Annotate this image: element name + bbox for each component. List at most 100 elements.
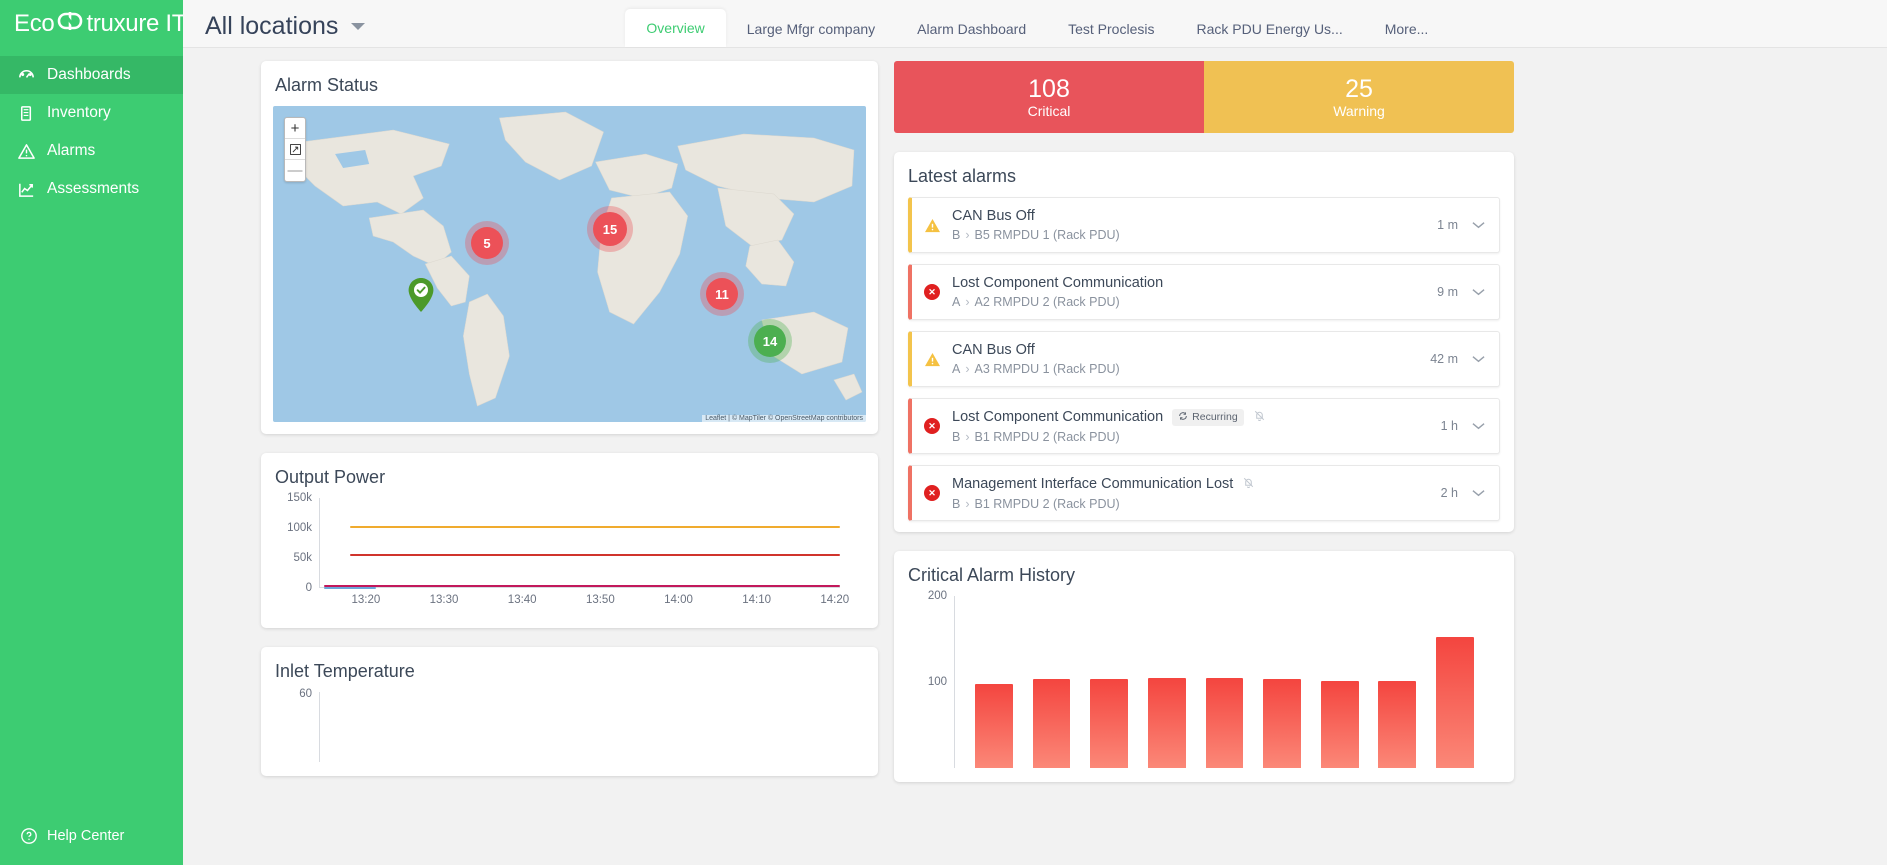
bar[interactable] [1378,681,1416,768]
severity-warning-icon [912,352,952,367]
bar[interactable] [1033,679,1071,768]
location-picker[interactable]: All locations [183,12,365,47]
app-logo[interactable]: Eco truxure IT [0,0,183,48]
table-row[interactable]: ✕ Lost Component Communication A›A2 RMPD… [908,264,1500,320]
map-pin-ok[interactable] [408,278,434,317]
x-tick-label: 13:40 [508,594,537,606]
assessments-icon [17,180,36,199]
tab-overview[interactable]: Overview [625,9,725,47]
tab-test-proclesis[interactable]: Test Proclesis [1047,11,1175,47]
map-zoom-in-button[interactable]: + [285,118,305,139]
alarm-name: CAN Bus Off [952,342,1430,358]
alarm-device: B1 RMPDU 2 (Rack PDU) [975,497,1120,511]
alarm-time: 1 h [1441,419,1472,433]
bar[interactable] [1090,679,1128,768]
critical-alarm-history-plot: 200 100 [954,596,1478,768]
x-tick-label: 13:20 [351,594,380,606]
alarm-time: 2 h [1441,486,1472,500]
map-cluster-critical[interactable]: 15 [593,212,627,246]
table-row[interactable]: CAN Bus Off A›A3 RMPDU 1 (Rack PDU) 42 m [908,331,1500,387]
alarm-name-text: Lost Component Communication [952,409,1163,425]
x-tick-label: 14:10 [742,594,771,606]
severity-critical-icon: ✕ [912,284,952,300]
map-cluster-critical[interactable]: 5 [471,227,503,259]
alarm-device: A2 RMPDU 2 (Rack PDU) [975,295,1120,309]
map-zoom-controls: + — [284,117,306,182]
sidebar-nav: Dashboards Inventory Alarms Assessments [0,56,183,208]
map-fit-screen-button[interactable] [285,139,305,160]
chevron-down-icon[interactable] [1472,484,1499,502]
bar[interactable] [975,684,1013,768]
bar[interactable] [1148,678,1186,768]
alarm-time: 1 m [1437,218,1472,232]
dashboard-content: Alarm Status [183,48,1887,865]
tab-large-mfgr-company[interactable]: Large Mfgr company [726,11,896,47]
map-landmass [273,106,866,422]
alarm-status-card: Alarm Status [261,61,878,434]
app-root: Eco truxure IT Dashboards [0,0,1887,865]
series-line-c [324,585,840,587]
chevron-down-icon[interactable] [1472,350,1499,368]
table-row[interactable]: ✕ Management Interface Communication Los… [908,465,1500,521]
breadcrumb-separator-icon: › [965,228,969,242]
alarm-location: A›A2 RMPDU 2 (Rack PDU) [952,295,1437,309]
alarm-details: Lost Component Communication A›A2 RMPDU … [952,268,1437,316]
alarm-details: Management Interface Communication Lost … [952,469,1441,518]
alarm-device: B5 RMPDU 1 (Rack PDU) [975,228,1120,242]
warning-counter[interactable]: 25 Warning [1204,61,1514,133]
status-badge: Recurring [1172,409,1244,426]
critical-alarm-history-card: Critical Alarm History 200 100 [894,551,1514,782]
alarm-location-root: B [952,228,960,242]
page-title: All locations [205,12,338,41]
breadcrumb-separator-icon: › [965,430,969,444]
table-row[interactable]: CAN Bus Off B › B5 RMPDU 1 (Rack PDU) 1 m [908,197,1500,253]
x-tick-label: 14:00 [664,594,693,606]
bar[interactable] [1263,679,1301,768]
chevron-down-icon[interactable] [1472,283,1499,301]
critical-count: 108 [1028,75,1070,104]
breadcrumb-separator-icon: › [965,295,969,309]
tab-alarm-dashboard[interactable]: Alarm Dashboard [896,11,1047,47]
map-attribution[interactable]: Leaflet | © MapTiler © OpenStreetMap con… [702,415,866,422]
chevron-down-icon[interactable] [1472,417,1499,435]
tab-more[interactable]: More... [1364,11,1450,47]
alarm-name-text: CAN Bus Off [952,208,1035,224]
logo-text-part1: Eco [14,10,54,38]
alarm-location: A›A3 RMPDU 1 (Rack PDU) [952,362,1430,376]
alarm-location: B›B1 RMPDU 2 (Rack PDU) [952,430,1441,444]
alarm-device: A3 RMPDU 1 (Rack PDU) [975,362,1120,376]
inlet-temperature-plot: 60 [319,692,840,762]
help-center-label: Help Center [47,828,124,844]
bar[interactable] [1321,681,1359,768]
sidebar-item-alarms[interactable]: Alarms [0,132,183,170]
alarm-name: Lost Component Communication Recurring [952,409,1441,426]
critical-alarm-history-chartbox: 200 100 [894,596,1514,782]
bar[interactable] [1206,678,1244,768]
series-line-a [350,526,840,528]
tab-rack-pdu-energy-usage[interactable]: Rack PDU Energy Us... [1175,11,1363,47]
alarm-location: B › B5 RMPDU 1 (Rack PDU) [952,228,1437,242]
map-cluster-critical[interactable]: 11 [706,278,738,310]
alarm-status-title: Alarm Status [261,61,878,106]
sidebar-item-inventory[interactable]: Inventory [0,94,183,132]
y-tick-label: 60 [299,688,312,700]
alarm-name: Management Interface Communication Lost [952,476,1441,493]
sidebar-item-label: Alarms [47,142,95,160]
output-power-plot: 150k 100k 50k 0 13:20 13:30 13:40 13:50 [319,498,840,588]
sidebar-item-dashboards[interactable]: Dashboards [0,56,183,94]
inventory-icon [17,104,36,123]
bar[interactable] [1436,637,1474,768]
severity-warning-icon [912,218,952,233]
alarm-location-root: B [952,430,960,444]
map-cluster-ok[interactable]: 14 [754,325,786,357]
schneider-mark-icon [55,10,85,39]
sidebar-item-assessments[interactable]: Assessments [0,170,183,208]
chevron-down-icon[interactable] [1472,216,1499,234]
y-tick-label: 200 [928,590,947,602]
map-zoom-out-button[interactable]: — [285,160,305,181]
chevron-down-icon [351,23,365,30]
table-row[interactable]: ✕ Lost Component Communication Recurring [908,398,1500,454]
critical-counter[interactable]: 108 Critical [894,61,1204,133]
world-map[interactable]: + — 5 15 11 14 [273,106,866,422]
help-center-link[interactable]: Help Center [0,826,183,845]
